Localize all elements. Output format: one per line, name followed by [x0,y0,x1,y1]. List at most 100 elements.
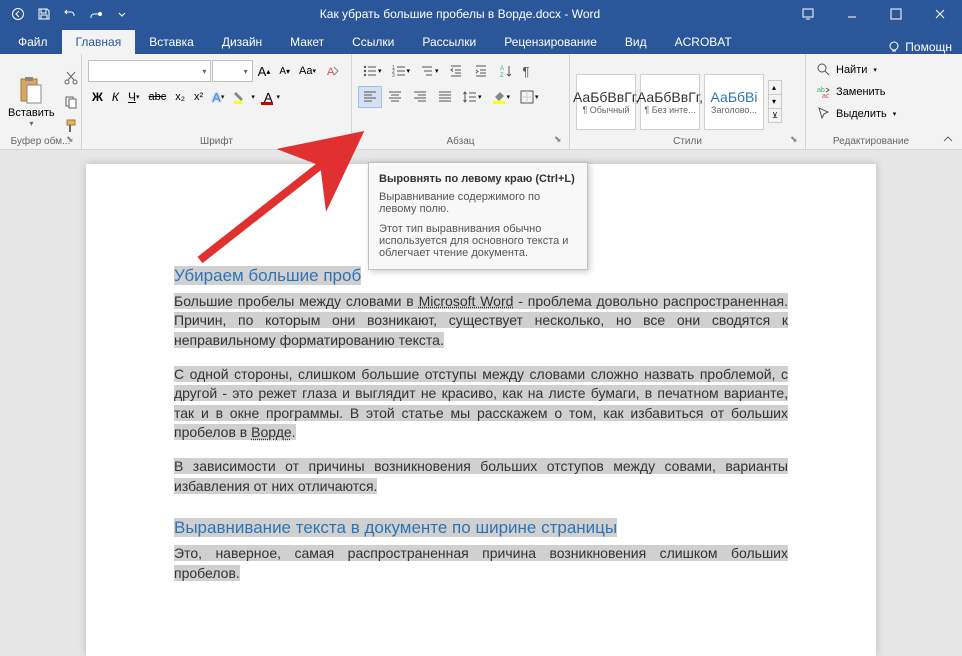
multilevel-icon [419,63,435,79]
tab-home[interactable]: Главная [62,30,136,54]
replace-button[interactable]: abac Заменить [812,82,900,102]
dialog-launcher-icon[interactable]: ⬊ [554,134,566,146]
tab-insert[interactable]: Вставка [135,30,208,54]
align-center-icon [387,89,403,105]
strikethrough-button[interactable]: abc [144,88,170,106]
group-editing: Найти▾ abac Заменить Выделить▾ Редактиро… [806,54,936,149]
line-spacing-button[interactable]: ▾ [458,86,486,108]
back-icon[interactable] [6,2,30,26]
tooltip-title: Выровнять по левому краю (Ctrl+L) [379,173,577,185]
ribbon: Вставить ▾ Буфер обм... ⬊ ▾ ▾ A▴ A▾ Aa▾ … [0,54,962,150]
svg-text:ac: ac [822,93,830,100]
heading-1[interactable]: Убираем большие проб [174,266,361,285]
superscript-button[interactable]: x² [190,88,207,106]
select-button[interactable]: Выделить▾ [812,104,900,124]
paragraph-text[interactable]: В зависимости от причины возникновения б… [174,458,788,494]
font-name-combo[interactable]: ▾ [88,60,211,82]
indent-button[interactable] [469,60,493,82]
styles-gallery[interactable]: АаБбВвГг, ¶ Обычный АаБбВвГг, ¶ Без инте… [576,74,782,130]
dialog-launcher-icon[interactable]: ⬊ [336,134,348,146]
paragraph-text[interactable]: Большие пробелы между словами в Microsof… [174,293,788,348]
link-ms-word[interactable]: Microsoft Word [419,293,514,309]
line-spacing-icon [462,89,478,105]
paragraph-text[interactable]: Это, наверное, самая распространенная пр… [174,545,788,581]
bold-button[interactable]: Ж [88,87,107,107]
align-center-button[interactable] [383,86,407,108]
brush-icon [63,118,79,134]
group-font: ▾ ▾ A▴ A▾ Aa▾ A Ж К Ч▾ abc x₂ x² A▾ ▾ A▾… [82,54,352,149]
paragraph-text[interactable]: С одной стороны, слишком большие отступы… [174,366,788,441]
save-icon[interactable] [32,2,56,26]
tab-review[interactable]: Рецензирование [490,30,611,54]
style-no-spacing[interactable]: АаБбВвГг, ¶ Без инте... [640,74,700,130]
window-title: Как убрать большие пробелы в Ворде.docx … [134,7,786,21]
bullet-list-icon [362,63,378,79]
bullets-button[interactable]: ▾ [358,60,386,82]
cut-button[interactable] [59,67,83,89]
tab-design[interactable]: Дизайн [208,30,276,54]
svg-text:Z: Z [500,73,504,79]
text-effects-button[interactable]: A▾ [208,87,228,108]
paste-button[interactable]: Вставить ▾ [6,73,57,130]
show-marks-button[interactable]: ¶ [519,60,534,82]
scissors-icon [63,70,79,86]
font-color-button[interactable]: A▾ [260,87,284,108]
align-left-button[interactable] [358,86,382,108]
tab-view[interactable]: Вид [611,30,661,54]
ribbon-options-icon[interactable] [786,0,830,28]
quick-access-toolbar [0,2,134,26]
close-icon[interactable] [918,0,962,28]
sort-button[interactable]: AZ [494,60,518,82]
tab-file[interactable]: Файл [4,30,62,54]
heading-2[interactable]: Выравнивание текста в документе по ширин… [174,518,617,537]
svg-text:3: 3 [392,73,395,79]
link-word[interactable]: Ворде [251,424,292,440]
tab-mailings[interactable]: Рассылки [408,30,490,54]
style-normal[interactable]: АаБбВвГг, ¶ Обычный [576,74,636,130]
redo-icon[interactable] [84,2,108,26]
scroll-up-icon[interactable]: ▴ [769,81,781,95]
outdent-button[interactable] [444,60,468,82]
minimize-icon[interactable] [830,0,874,28]
grow-font-button[interactable]: A▴ [254,61,275,82]
font-size-combo[interactable]: ▾ [212,60,252,82]
tab-acrobat[interactable]: ACROBAT [661,30,746,54]
align-right-button[interactable] [408,86,432,108]
maximize-icon[interactable] [874,0,918,28]
gallery-scroll[interactable]: ▴ ▾ ⊻ [768,80,782,123]
underline-button[interactable]: Ч▾ [124,87,144,107]
multilevel-button[interactable]: ▾ [415,60,443,82]
svg-text:A: A [327,66,335,78]
undo-icon[interactable] [58,2,82,26]
number-list-icon: 123 [391,63,407,79]
svg-text:A: A [500,66,504,72]
change-case-button[interactable]: Aa▾ [295,62,320,80]
eraser-icon: A [325,63,341,79]
find-button[interactable]: Найти▾ [812,60,900,80]
copy-button[interactable] [59,91,83,113]
titlebar: Как убрать большие пробелы в Ворде.docx … [0,0,962,28]
collapse-ribbon-button[interactable] [936,54,960,149]
tooltip: Выровнять по левому краю (Ctrl+L) Выравн… [368,162,588,270]
numbering-button[interactable]: 123▾ [387,60,415,82]
dialog-launcher-icon[interactable]: ⬊ [790,134,802,146]
chevron-up-icon [942,133,954,145]
shrink-font-button[interactable]: A▾ [275,63,294,80]
dialog-launcher-icon[interactable]: ⬊ [66,134,78,146]
borders-button[interactable]: ▾ [515,86,543,108]
italic-button[interactable]: К [108,87,123,107]
sort-icon: AZ [498,63,514,79]
gallery-more-icon[interactable]: ⊻ [769,109,781,122]
justify-button[interactable] [433,86,457,108]
tab-layout[interactable]: Макет [276,30,338,54]
tab-references[interactable]: Ссылки [338,30,408,54]
help-area[interactable]: Помощн [887,40,962,54]
subscript-button[interactable]: x₂ [171,88,189,106]
style-heading1[interactable]: АаБбВі Заголово... [704,74,764,130]
highlight-button[interactable]: ▾ [229,86,259,108]
qat-dropdown-icon[interactable] [110,2,134,26]
tooltip-body: Этот тип выравнивания обычно используетс… [379,223,577,259]
clear-format-button[interactable]: A [321,60,345,82]
shading-button[interactable]: ▾ [487,86,515,108]
scroll-down-icon[interactable]: ▾ [769,95,781,109]
